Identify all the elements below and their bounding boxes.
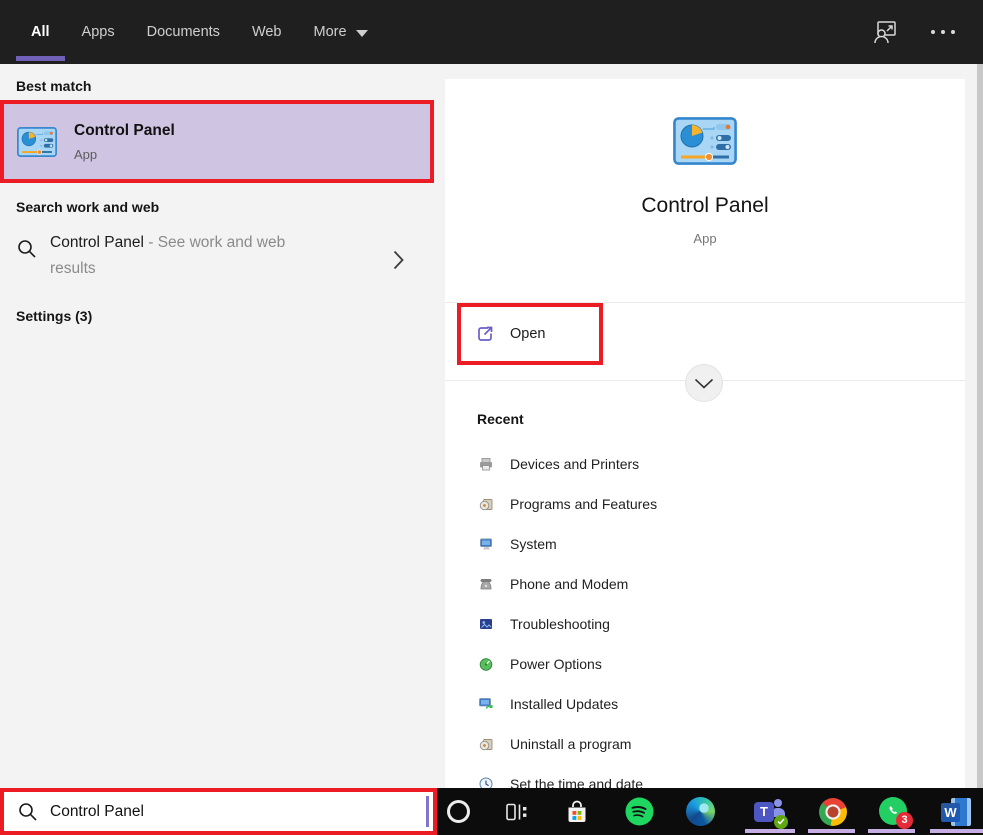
recent-header: Recent <box>477 411 524 427</box>
best-match-item-control-panel[interactable]: Control Panel App <box>0 100 434 183</box>
whatsapp-notification-badge: 3 <box>896 812 913 829</box>
recent-item-power-options[interactable]: Power Options <box>445 644 965 684</box>
uninstall-program-icon <box>478 736 494 752</box>
best-match-title: Control Panel <box>74 122 175 140</box>
teams-icon: T <box>754 797 786 827</box>
running-indicator-teams <box>745 829 795 833</box>
windows-search-flyout: All Apps Documents Web More Best match C… <box>0 0 983 835</box>
searchbox-accent-edge <box>426 796 429 827</box>
chevron-right-icon[interactable] <box>393 250 404 270</box>
recent-item-phone-and-modem[interactable]: Phone and Modem <box>445 564 965 604</box>
search-input[interactable] <box>50 803 380 821</box>
power-icon <box>478 656 494 672</box>
updates-icon <box>478 696 494 712</box>
cortana-button[interactable] <box>436 788 480 835</box>
recent-item-devices-and-printers[interactable]: Devices and Printers <box>445 444 965 484</box>
best-match-header: Best match <box>16 78 91 94</box>
running-indicator-whatsapp <box>868 829 915 833</box>
open-external-icon <box>475 324 495 344</box>
whatsapp-icon: 3 <box>879 797 909 827</box>
chevron-down-icon <box>694 378 714 389</box>
edge-button[interactable] <box>678 788 722 835</box>
running-indicator-chrome <box>808 829 855 833</box>
tab-apps[interactable]: Apps <box>82 0 115 64</box>
settings-header: Settings (3) <box>16 308 92 324</box>
edge-icon <box>686 797 715 826</box>
microsoft-store-icon <box>564 799 590 825</box>
control-panel-icon <box>17 126 57 158</box>
recent-item-set-time-and-date[interactable]: Set the time and date <box>445 764 965 788</box>
tab-all[interactable]: All <box>31 0 50 64</box>
recent-list: Devices and Printers Programs and Featur… <box>445 444 965 788</box>
printer-icon <box>478 456 494 472</box>
control-panel-icon-large <box>673 117 737 165</box>
expand-collapse-button[interactable] <box>685 364 723 402</box>
search-icon <box>18 802 38 822</box>
teams-status-badge <box>774 815 788 829</box>
spotify-button[interactable] <box>617 788 661 835</box>
whatsapp-button[interactable]: 3 <box>872 788 916 835</box>
taskbar: T 3 W <box>0 788 983 835</box>
tab-more[interactable]: More <box>314 0 368 64</box>
web-suggestion-item[interactable]: Control Panel - See work and web results <box>0 228 434 296</box>
preview-app-title: Control Panel <box>445 194 965 218</box>
phone-icon <box>478 576 494 592</box>
recent-item-installed-updates[interactable]: Installed Updates <box>445 684 965 724</box>
preview-panel: Control Panel App Open Recent <box>445 79 965 788</box>
running-indicator-word <box>930 829 983 833</box>
scrollbar[interactable] <box>977 64 983 788</box>
recent-item-system[interactable]: System <box>445 524 965 564</box>
best-match-type: App <box>74 147 175 162</box>
suggestion-query: Control Panel <box>50 234 144 251</box>
search-web-header: Search work and web <box>16 199 159 215</box>
recent-item-uninstall-a-program[interactable]: Uninstall a program <box>445 724 965 764</box>
chrome-button[interactable] <box>811 788 855 835</box>
microsoft-store-button[interactable] <box>555 788 599 835</box>
tab-documents[interactable]: Documents <box>147 0 220 64</box>
filter-tabs: All Apps Documents Web More <box>31 0 368 64</box>
taskbar-search-box[interactable] <box>0 788 437 835</box>
word-button[interactable]: W <box>934 788 978 835</box>
feedback-user-icon[interactable] <box>872 19 899 45</box>
teams-button[interactable]: T <box>748 788 792 835</box>
clock-icon <box>478 776 494 788</box>
task-view-button[interactable] <box>494 788 538 835</box>
chevron-down-icon <box>356 30 368 37</box>
program-box-icon <box>478 496 494 512</box>
recent-item-troubleshooting[interactable]: Troubleshooting <box>445 604 965 644</box>
task-view-icon <box>504 800 529 824</box>
tab-web[interactable]: Web <box>252 0 282 64</box>
computer-icon <box>478 536 494 552</box>
open-action-label: Open <box>510 326 545 342</box>
search-filter-bar: All Apps Documents Web More <box>0 0 983 64</box>
search-icon <box>17 239 37 259</box>
recent-item-programs-and-features[interactable]: Programs and Features <box>445 484 965 524</box>
troubleshooting-icon <box>478 616 494 632</box>
word-icon: W <box>941 798 971 826</box>
cortana-icon <box>447 800 470 823</box>
more-options-ellipsis-icon[interactable] <box>931 30 955 34</box>
preview-app-type: App <box>445 231 965 246</box>
open-action[interactable]: Open <box>457 303 603 365</box>
chrome-icon <box>819 798 847 826</box>
spotify-icon <box>625 797 654 826</box>
